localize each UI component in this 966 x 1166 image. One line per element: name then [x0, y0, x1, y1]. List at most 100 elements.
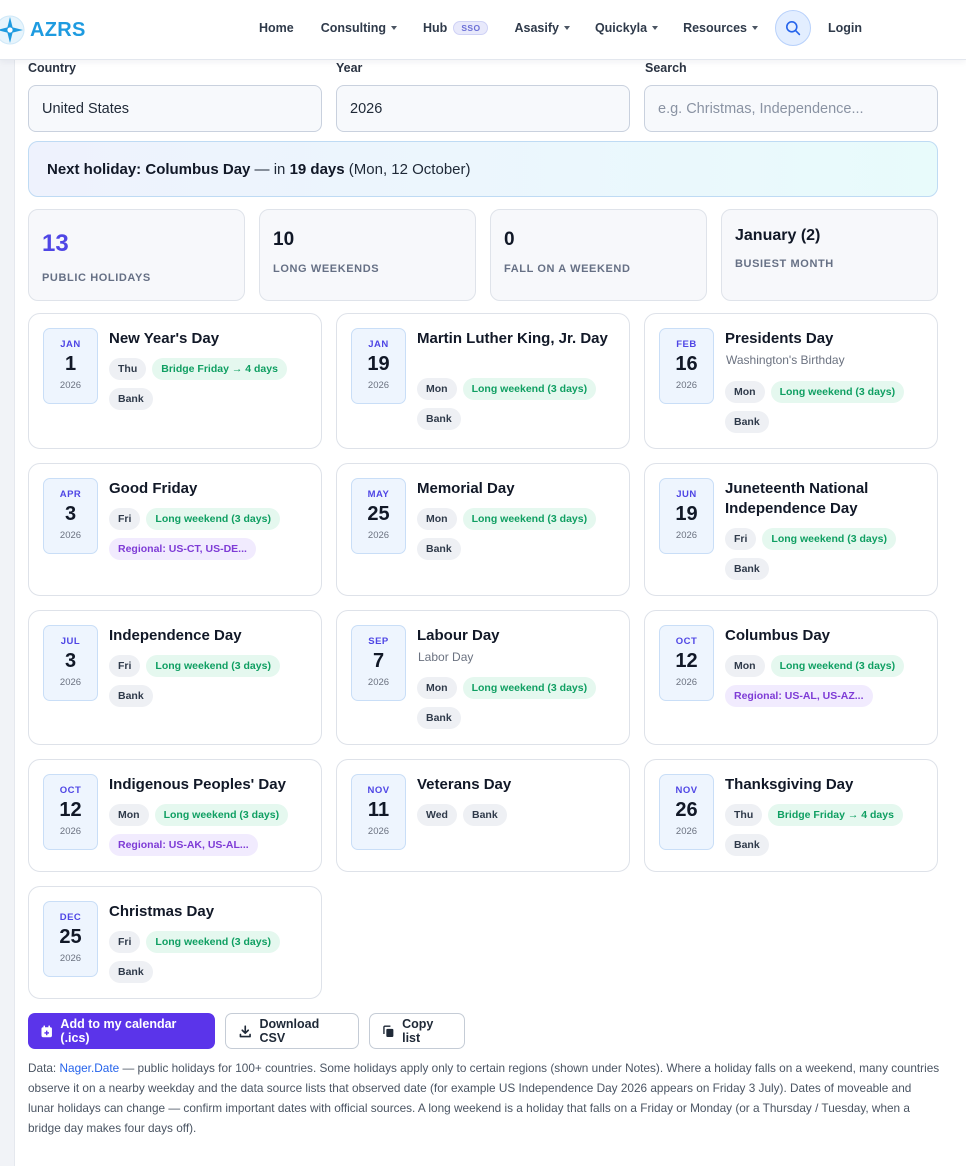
holiday-search-input[interactable]: e.g. Christmas, Independence...: [644, 85, 938, 132]
long-weekend-chip: Long weekend (3 days): [146, 931, 280, 953]
brand-name: AZRS: [30, 18, 86, 41]
add-to-calendar-button[interactable]: Add to my calendar (.ics): [28, 1013, 215, 1049]
holiday-tags: Fri Long weekend (3 days) Bank: [109, 655, 319, 707]
weekday-chip: Thu: [725, 804, 763, 826]
nav-hub[interactable]: Hub SSO: [423, 21, 489, 35]
stat-label: FALL ON A WEEKEND: [504, 263, 631, 275]
long-weekend-chip: Long weekend (3 days): [462, 378, 597, 400]
next-holiday-banner: Next holiday: Columbus Day — in 19 days …: [28, 141, 938, 197]
footnote-text: — public holidays for 100+ countries. So…: [28, 1061, 940, 1135]
holiday-card: OCT 12 2026 Columbus Day Mon Long weeken…: [644, 610, 938, 745]
nav-home[interactable]: Home: [259, 21, 294, 35]
date-month: DEC: [59, 912, 82, 923]
stat-value: 0: [504, 229, 515, 250]
date-year: 2026: [675, 826, 698, 837]
brand-logo-link[interactable]: AZRS: [0, 10, 86, 50]
date-badge: APR 3 2026: [43, 478, 98, 554]
date-month: NOV: [675, 785, 698, 796]
nav-hub-label: Hub: [423, 21, 448, 35]
holiday-tags: Mon Long weekend (3 days) Regional: US-A…: [109, 804, 319, 856]
date-month: FEB: [676, 339, 697, 350]
date-month: NOV: [367, 785, 390, 796]
weekday-chip: Fri: [109, 931, 141, 953]
holiday-name: Indigenous Peoples' Day: [109, 776, 286, 793]
year-label: Year: [336, 61, 363, 75]
date-badge: NOV 26 2026: [659, 774, 714, 850]
date-badge: NOV 11 2026: [351, 774, 406, 850]
weekday-chip: Mon: [417, 677, 457, 699]
type-chip: Bank: [462, 804, 507, 826]
holiday-name: Christmas Day: [109, 903, 215, 920]
year-select[interactable]: 2026: [336, 85, 630, 132]
nav-resources-label: Resources: [683, 21, 748, 35]
weekday-chip: Mon: [725, 381, 765, 403]
holiday-tags: Fri Long weekend (3 days) Bank: [109, 931, 319, 983]
next-holiday-date: (Mon, 12 October): [344, 160, 471, 178]
nav-home-label: Home: [259, 21, 294, 35]
weekday-chip: Mon: [725, 655, 765, 677]
long-weekend-chip: Long weekend (3 days): [770, 655, 905, 677]
country-select[interactable]: United States: [28, 85, 322, 132]
nager-date-link[interactable]: Nager.Date: [59, 1061, 119, 1075]
date-month: MAY: [367, 489, 390, 500]
type-chip: Bank: [109, 388, 153, 410]
date-year: 2026: [59, 380, 82, 391]
date-day: 19: [675, 503, 698, 525]
date-badge: FEB 16 2026: [659, 328, 714, 404]
date-badge: SEP 7 2026: [351, 625, 406, 701]
holiday-name: New Year's Day: [109, 330, 220, 347]
weekday-chip: Thu: [109, 358, 147, 380]
date-badge: JAN 19 2026: [351, 328, 406, 404]
holiday-tags: Mon Long weekend (3 days) Bank: [417, 677, 627, 729]
date-badge: JAN 1 2026: [43, 328, 98, 404]
date-day: 7: [372, 650, 385, 672]
date-badge: JUL 3 2026: [43, 625, 98, 701]
search-button[interactable]: [775, 10, 812, 46]
date-month: OCT: [59, 785, 82, 796]
holiday-tags: Mon Long weekend (3 days) Bank: [725, 381, 935, 433]
holiday-tags: Wed Bank: [417, 804, 627, 826]
weekday-chip: Fri: [725, 528, 757, 550]
holiday-tags: Fri Long weekend (3 days) Regional: US-C…: [109, 508, 319, 560]
holiday-card: OCT 12 2026 Indigenous Peoples' Day Mon …: [28, 759, 322, 872]
stat-busiest-month: January (2) BUSIEST MONTH: [721, 209, 938, 301]
data-source-note: Data: Nager.Date — public holidays for 1…: [28, 1058, 940, 1138]
stat-value: January (2): [735, 227, 821, 244]
azrs-star-logo-icon: [0, 15, 25, 45]
holiday-card: JAN 1 2026 New Year's Day Thu Bridge Fri…: [28, 313, 322, 449]
download-csv-label: Download CSV: [259, 1017, 320, 1045]
date-month: APR: [59, 489, 82, 500]
date-badge: MAY 25 2026: [351, 478, 406, 554]
date-day: 3: [64, 503, 77, 525]
date-badge: JUN 19 2026: [659, 478, 714, 554]
date-month: JUL: [60, 636, 81, 647]
weekday-chip: Mon: [417, 508, 457, 530]
next-holiday-name: Columbus Day: [145, 160, 251, 178]
date-year: 2026: [59, 953, 82, 964]
nav-asasify-label: Asasify: [514, 21, 559, 35]
date-day: 1: [64, 353, 77, 375]
holiday-card: JAN 19 2026 Martin Luther King, Jr. Day …: [336, 313, 630, 449]
date-day: 19: [367, 353, 390, 375]
download-csv-button[interactable]: Download CSV: [225, 1013, 359, 1049]
regional-chip: Regional: US-CT, US-DE...: [109, 538, 256, 560]
weekday-chip: Mon: [109, 804, 149, 826]
date-year: 2026: [675, 677, 698, 688]
holiday-card: APR 3 2026 Good Friday Fri Long weekend …: [28, 463, 322, 596]
stat-label: BUSIEST MONTH: [735, 258, 834, 270]
nav-quickyla[interactable]: Quickyla: [594, 21, 659, 35]
chevron-down-icon: [652, 26, 659, 30]
nav-resources[interactable]: Resources: [683, 21, 759, 35]
copy-list-label: Copy list: [402, 1017, 434, 1045]
copy-list-button[interactable]: Copy list: [369, 1013, 465, 1049]
holiday-name: Juneteenth National Independence Day: [725, 480, 869, 517]
nav-consulting[interactable]: Consulting: [321, 21, 397, 35]
nav-quickyla-label: Quickyla: [594, 21, 648, 35]
calendar-plus-icon: [41, 1025, 52, 1037]
date-day: 12: [675, 650, 698, 672]
date-month: JAN: [60, 339, 81, 350]
chevron-down-icon: [391, 26, 397, 30]
holiday-name: Martin Luther King, Jr. Day: [417, 330, 608, 347]
login-link[interactable]: Login: [828, 21, 862, 35]
nav-asasify[interactable]: Asasify: [514, 21, 570, 35]
